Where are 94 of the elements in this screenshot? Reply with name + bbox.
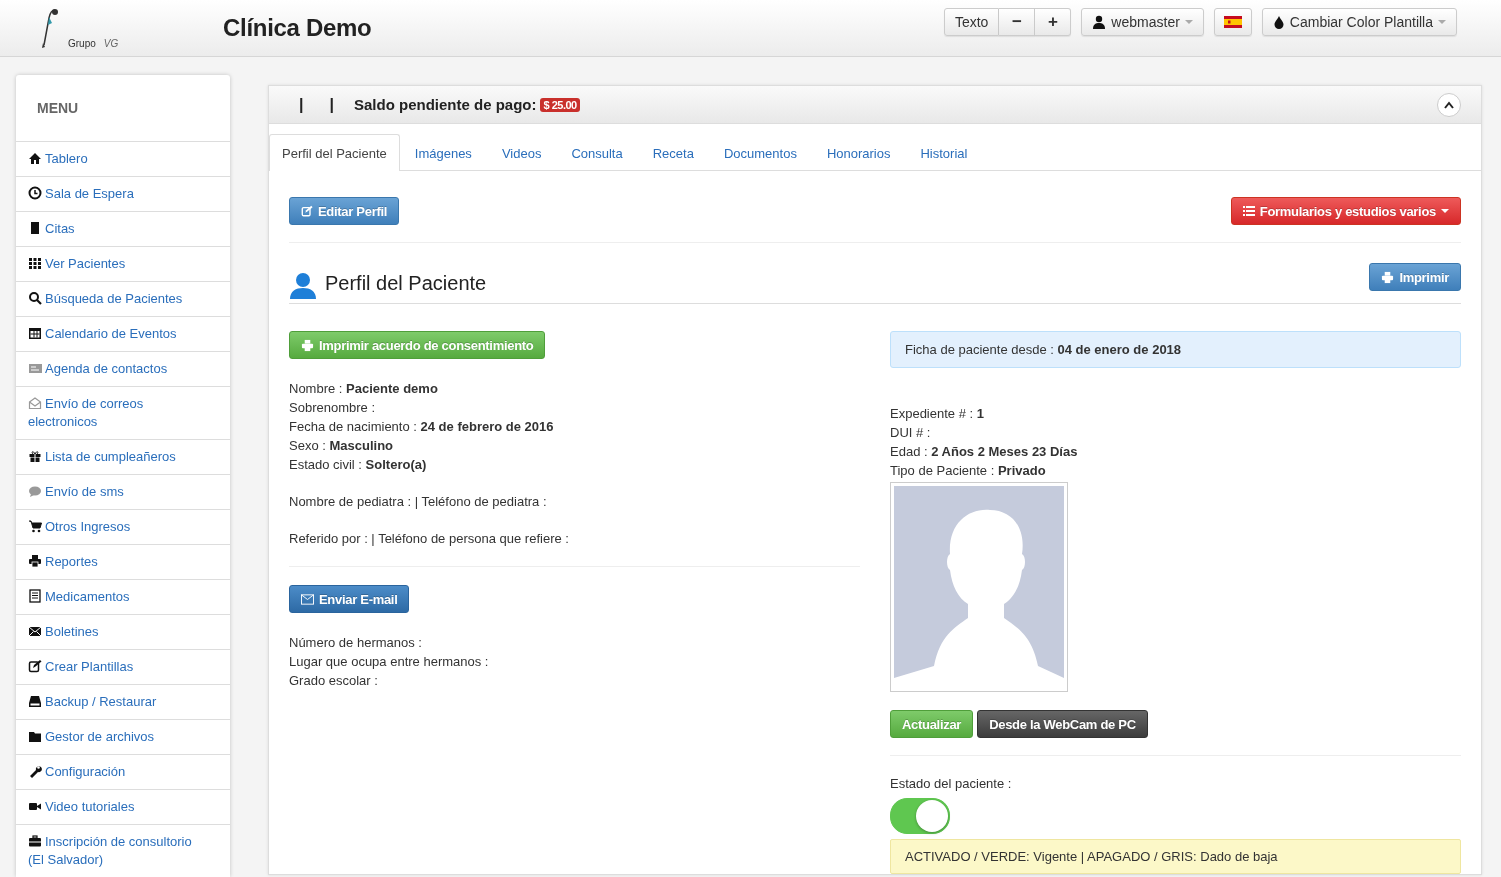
profile-field: Grado escolar : xyxy=(289,671,860,690)
balance-label: Saldo pendiente de pago: xyxy=(353,96,537,113)
list-icon xyxy=(1242,205,1255,217)
print-button[interactable]: Imprimir xyxy=(1369,263,1461,291)
profile-field: Número de hermanos : xyxy=(289,633,860,652)
logo-text: VG xyxy=(103,38,119,49)
record-field: Expediente # : 1 xyxy=(890,404,1461,423)
profile-field: Estado civil : Soltero(a) xyxy=(289,455,860,474)
record-field: Edad : 2 Años 2 Meses 23 Días xyxy=(890,442,1461,461)
hard-drive-icon xyxy=(28,694,42,708)
sidebar-item[interactable]: Otros Ingresos xyxy=(16,510,230,545)
language-button[interactable] xyxy=(1213,7,1252,36)
book-icon xyxy=(28,221,42,235)
record-field: DUI # : xyxy=(890,423,1461,442)
briefcase-icon xyxy=(28,834,42,848)
search-icon xyxy=(28,291,42,305)
status-legend: ACTIVADO / VERDE: Vigente | APAGADO / GRIS: Dado de baja xyxy=(890,839,1461,874)
profile-field: Lugar que ocupa entre hermanos : xyxy=(289,652,860,671)
sidebar-item[interactable]: Boletines xyxy=(16,615,230,650)
sidebar-item[interactable]: Citas xyxy=(16,212,230,247)
sidebar-item[interactable]: Reportes xyxy=(16,545,230,580)
sidebar-item[interactable]: Tablero xyxy=(16,142,230,177)
edit-profile-button[interactable]: Editar Perfil xyxy=(289,197,400,225)
edit-icon xyxy=(28,659,42,673)
pediatrician-text: Nombre de pediatra : | Teléfono de pediatra : xyxy=(289,493,548,511)
menu-heading: MENU xyxy=(16,75,230,142)
referral-text: Referido por : | Teléfono de persona que refiere : xyxy=(289,530,570,548)
edit-icon xyxy=(301,205,313,217)
change-color-button[interactable]: Cambiar Color Plantilla xyxy=(1261,7,1457,36)
forms-dropdown-button[interactable]: Formularios y estudios varios xyxy=(1230,197,1461,225)
logo-text: Grupo xyxy=(68,38,96,49)
decrease-text-button[interactable]: − xyxy=(999,7,1036,36)
text-size-button[interactable]: Texto xyxy=(943,7,1000,36)
status-toggle[interactable] xyxy=(890,798,950,834)
separator-text: | xyxy=(299,95,304,114)
clock-icon xyxy=(28,186,42,200)
profile-field: Sexo : Masculino xyxy=(289,436,860,455)
list-icon xyxy=(28,589,42,603)
sidebar-item[interactable]: Gestor de archivos xyxy=(16,720,230,755)
wrench-icon xyxy=(28,764,42,778)
increase-text-button[interactable]: + xyxy=(1035,7,1072,36)
sidebar-item[interactable]: Agenda de contactos xyxy=(16,352,230,387)
clinic-title: Clínica Demo xyxy=(223,14,373,42)
profile-field: Fecha de nacimiento : 24 de febrero de 2016 xyxy=(289,417,860,436)
user-icon xyxy=(289,271,317,299)
sidebar-item[interactable]: Medicamentos xyxy=(16,580,230,615)
collapse-button[interactable] xyxy=(1437,92,1461,117)
profile-field: Sobrenombre : xyxy=(289,398,860,417)
sidebar-item[interactable]: Calendario de Eventos xyxy=(16,317,230,352)
chevron-up-icon xyxy=(1444,100,1454,109)
sidebar-item[interactable]: Envío de sms xyxy=(16,475,230,510)
sidebar-item[interactable]: Backup / Restaurar xyxy=(16,685,230,720)
sidebar-item[interactable]: Envío de correos electronicos xyxy=(16,387,230,440)
user-menu-button[interactable]: webmaster xyxy=(1081,7,1204,36)
grid-icon xyxy=(28,256,42,270)
record-since-text: Ficha de paciente desde : 04 de enero de 2018 xyxy=(890,331,1461,368)
sidebar-item[interactable]: Configuración xyxy=(16,755,230,790)
user-icon xyxy=(1092,14,1107,29)
sidebar-item[interactable]: Búsqueda de Pacientes xyxy=(16,282,230,317)
sidebar-item[interactable]: Crear Plantillas xyxy=(16,650,230,685)
gift-icon xyxy=(28,449,42,463)
balance-badge: $ 25.00 xyxy=(540,97,580,112)
drop-icon xyxy=(1272,14,1285,29)
sidebar-item[interactable]: Lista de cumpleañeros xyxy=(16,440,230,475)
card-icon xyxy=(28,361,42,375)
webcam-button[interactable]: Desde la WebCam de PC xyxy=(977,710,1148,738)
status-label: Estado del paciente : xyxy=(890,775,1013,793)
bird-logo-icon xyxy=(40,7,60,49)
calendar-icon xyxy=(28,326,42,340)
tab[interactable]: Imágenes xyxy=(399,134,487,171)
envelope-icon xyxy=(28,396,42,410)
profile-field: Nombre : Paciente demo xyxy=(289,379,860,398)
speech-bubble-icon xyxy=(28,484,42,498)
send-email-button[interactable]: Enviar E-mail xyxy=(289,585,410,613)
section-title: Perfil del Paciente xyxy=(325,272,488,296)
tab[interactable]: Documentos xyxy=(708,134,812,171)
tab[interactable]: Receta xyxy=(637,134,709,171)
record-field: Tipo de Paciente : Privado xyxy=(890,461,1461,480)
home-icon xyxy=(28,151,42,165)
sidebar-item[interactable]: Ver Pacientes xyxy=(16,247,230,282)
envelope-icon xyxy=(301,593,314,605)
separator-text: | xyxy=(329,95,334,114)
sidebar-item[interactable]: Sala de Espera xyxy=(16,177,230,212)
tab[interactable]: Historial xyxy=(905,134,983,171)
tab[interactable]: Videos xyxy=(486,134,557,171)
spain-flag-icon xyxy=(1223,15,1242,28)
sidebar-item[interactable]: Inscripción de consultorio (El Salvador) xyxy=(16,825,230,877)
cart-icon xyxy=(28,519,42,533)
tab[interactable]: Honorarios xyxy=(811,134,906,171)
sidebar-item[interactable]: Video tutoriales xyxy=(16,790,230,825)
folder-icon xyxy=(28,729,42,743)
tab[interactable]: Consulta xyxy=(556,134,638,171)
envelope-icon xyxy=(28,624,42,638)
tab[interactable]: Perfil del Paciente xyxy=(269,134,400,171)
